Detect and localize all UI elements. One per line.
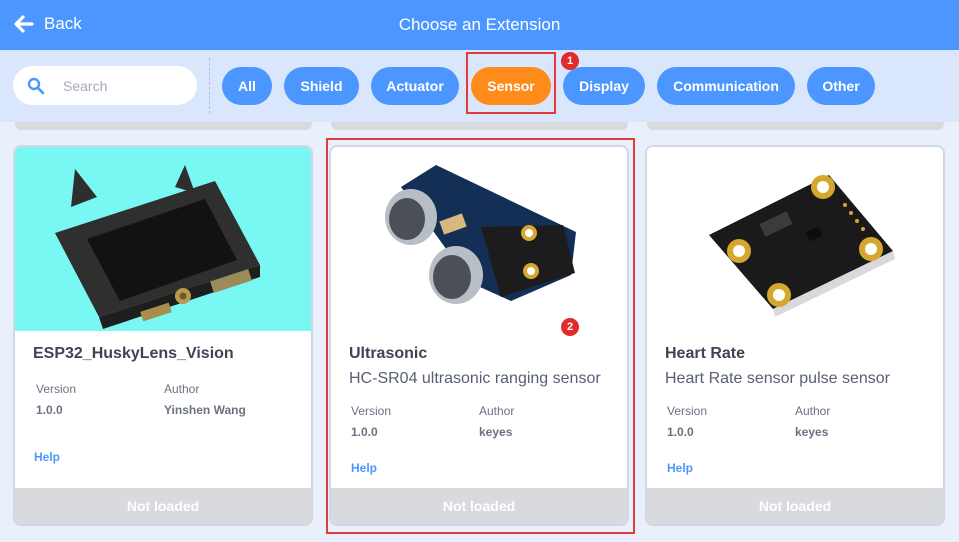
extension-name: Heart Rate bbox=[665, 345, 746, 362]
tag-display[interactable]: Display bbox=[563, 67, 645, 105]
tag-shield[interactable]: Shield bbox=[284, 67, 359, 105]
tag-all[interactable]: All bbox=[222, 67, 272, 105]
tag-communication[interactable]: Communication bbox=[657, 67, 795, 105]
card-row-above-left bbox=[15, 122, 312, 130]
search-box[interactable] bbox=[13, 66, 197, 105]
author-value: keyes bbox=[795, 425, 829, 439]
extension-description: Heart Rate sensor pulse sensor bbox=[665, 370, 890, 387]
author-label: Author bbox=[795, 404, 831, 418]
load-status: Not loaded bbox=[647, 488, 943, 524]
author-label: Author bbox=[164, 382, 200, 396]
ultrasonic-highlight-box bbox=[326, 138, 635, 534]
tag-other[interactable]: Other bbox=[807, 67, 875, 105]
callout-badge-1: 1 bbox=[561, 52, 579, 70]
version-value: 1.0.0 bbox=[36, 403, 63, 417]
filter-bar: All Shield Actuator Sensor Display Commu… bbox=[0, 50, 959, 122]
huskylens-module-image bbox=[15, 147, 311, 331]
extension-card-huskylens[interactable]: ESP32_HuskyLens_Vision Version Author 1.… bbox=[13, 145, 313, 526]
sensor-highlight-box bbox=[466, 52, 556, 114]
help-link[interactable]: Help bbox=[34, 450, 60, 464]
card-row-above-middle bbox=[331, 122, 628, 130]
version-label: Version bbox=[36, 382, 77, 396]
card-row-above-right bbox=[647, 122, 944, 130]
page-title: Choose an Extension bbox=[398, 15, 561, 34]
load-status: Not loaded bbox=[15, 488, 311, 524]
version-label: Version bbox=[667, 404, 708, 418]
filter-divider bbox=[209, 58, 210, 114]
version-value: 1.0.0 bbox=[667, 425, 694, 439]
search-icon bbox=[27, 77, 45, 94]
extension-card-heart-rate[interactable]: Heart Rate Heart Rate sensor pulse senso… bbox=[645, 145, 945, 526]
callout-badge-2: 2 bbox=[561, 318, 579, 336]
extension-name: ESP32_HuskyLens_Vision bbox=[33, 345, 234, 362]
author-value: Yinshen Wang bbox=[164, 403, 246, 417]
header-bar: Back Choose an Extension bbox=[0, 0, 959, 50]
help-link[interactable]: Help bbox=[667, 461, 693, 475]
heart-rate-module-image bbox=[647, 147, 943, 331]
search-input[interactable] bbox=[61, 76, 185, 95]
tag-actuator[interactable]: Actuator bbox=[371, 67, 459, 105]
